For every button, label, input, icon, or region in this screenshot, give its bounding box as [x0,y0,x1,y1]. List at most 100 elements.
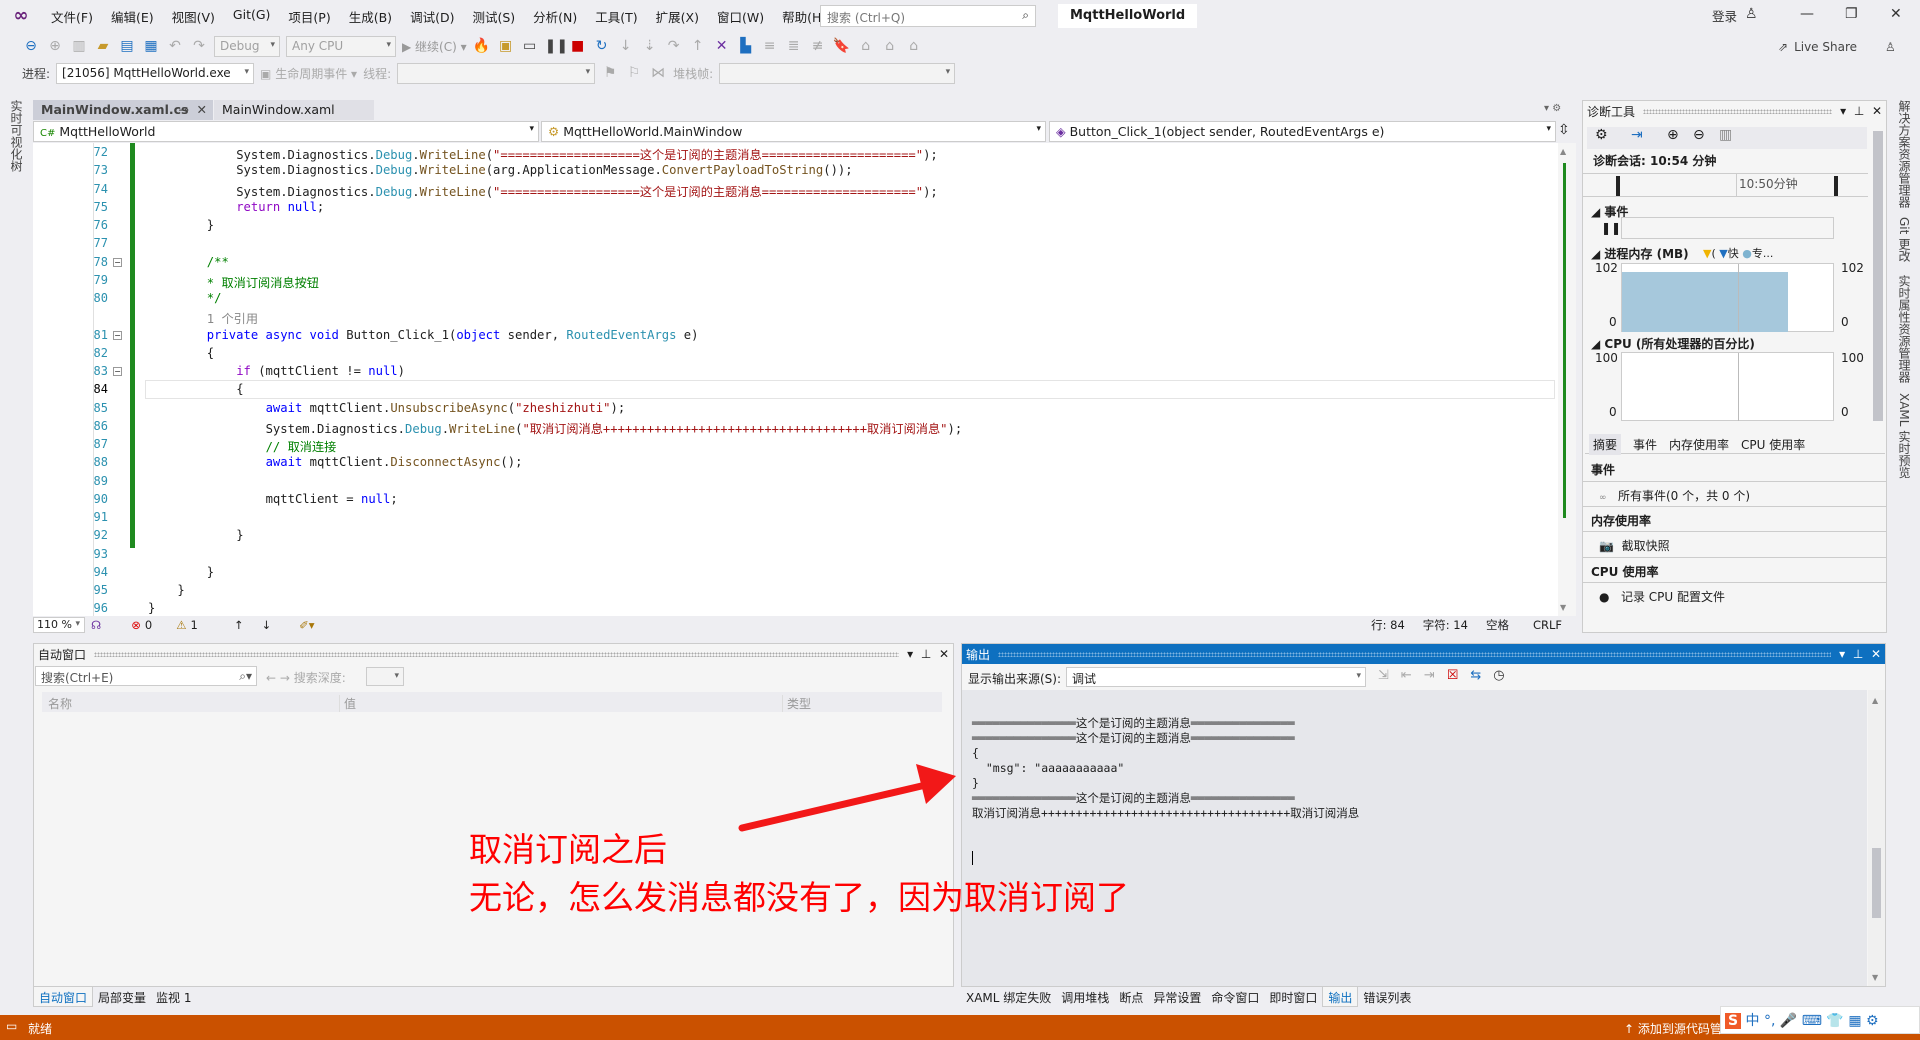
member-dropdown[interactable]: ◈ Button_Click_1(object sender, RoutedEv… [1049,121,1556,142]
close-window-button[interactable]: ✕ [1890,6,1902,22]
live-property-explorer-tab[interactable]: 实时属性资源管理器 [1896,275,1913,383]
source-control-button[interactable]: ↑ 添加到源代码管理 [1624,1020,1734,1037]
threads-icon[interactable]: ⚐ [625,65,643,81]
signin-button[interactable]: 登录 [1712,6,1737,25]
error-icon[interactable]: ⊗ [131,618,141,632]
step-out-icon[interactable]: ↑ [689,38,707,54]
close-icon[interactable]: ✕ [1872,104,1882,118]
menu-item[interactable]: 测试(S) [463,7,524,26]
collapse-icon[interactable]: − [113,367,122,376]
xaml-live-preview-tab[interactable]: XAML 实时预览 [1896,393,1913,478]
goto-line-icon[interactable]: ⇲ [1378,668,1389,683]
code-line[interactable]: return null; [236,200,324,214]
record-cpu-profile-button[interactable]: ● 记录 CPU 配置文件 [1599,588,1725,605]
autos-search-input[interactable]: 搜索(Ctrl+E) ⌕▾ [35,666,257,686]
next-message-icon[interactable]: ⇥ [1424,668,1435,683]
char-indicator[interactable]: 字符: 14 [1423,617,1468,633]
bottom-tab[interactable]: 断点 [1114,987,1148,1007]
tab-memory-usage[interactable]: 内存使用率 [1665,434,1733,455]
menu-item[interactable]: 文件(F) [42,7,102,26]
code-line[interactable]: 1 个引用 [207,309,258,327]
bottom-tab[interactable]: XAML 绑定失败 [961,987,1056,1007]
code-line[interactable]: System.Diagnostics.Debug.WriteLine("取消订阅… [266,419,963,437]
menu-item[interactable]: 生成(B) [340,7,401,26]
platform-select[interactable]: Any CPU ▾ [286,35,396,57]
new-item-icon[interactable]: ▥ [70,38,88,54]
step-back-icon[interactable]: ↷ [665,38,683,54]
bottom-tab[interactable]: 调用堆栈 [1056,987,1114,1007]
stackframe-select[interactable]: ▾ [719,62,956,84]
notification-icon[interactable]: ▭ [6,1019,17,1033]
timestamp-icon[interactable]: ◷ [1493,668,1504,683]
stop-icon[interactable]: ■ [569,38,587,54]
code-line[interactable]: System.Diagnostics.Debug.WriteLine("====… [236,182,938,200]
copilot-icon[interactable]: ☊ [91,618,101,632]
code-line[interactable]: await mqttClient.UnsubscribeAsync("zhesh… [266,401,626,415]
bottom-tab[interactable]: 输出 [1322,987,1359,1007]
undo-icon[interactable]: ↶ [166,38,184,54]
editor-scrollbar[interactable]: ▲ ▼ [1558,143,1576,616]
class-dropdown[interactable]: ⚙ MqttHelloWorld.MainWindow ▾ [541,121,1046,142]
spaces-indicator[interactable]: 空格 [1486,617,1509,633]
menu-item[interactable]: 视图(V) [163,7,224,26]
code-editor[interactable]: 72 System.Diagnostics.Debug.WriteLine("==… [33,143,1576,616]
close-icon[interactable]: ✕ [939,647,949,661]
close-icon[interactable]: ✕ [1871,647,1881,661]
forward-icon[interactable]: ⊕ [46,38,64,54]
code-line[interactable]: mqttClient = null; [266,492,398,506]
minimize-button[interactable]: — [1800,6,1814,22]
tab-list-dropdown-icon[interactable]: ▾ ⚙ [1544,103,1561,114]
take-snapshot-button[interactable]: 📷 截取快照 [1599,537,1670,554]
comment-icon[interactable]: ≣ [785,38,803,54]
bottom-tab[interactable]: 自动窗口 [33,987,94,1007]
export-icon[interactable]: ⇥ [1631,127,1643,143]
project-dropdown[interactable]: C# MqttHelloWorld ▾ [33,121,539,142]
cpu-section[interactable]: ◢ CPU (所有处理器的百分比) [1591,335,1755,352]
feedback-icon[interactable]: ♙ [1885,35,1896,59]
menu-item[interactable]: Git(G) [224,7,280,26]
open-file-icon[interactable]: ▰ [94,38,112,54]
line-indicator[interactable]: 行: 84 [1371,617,1405,633]
bottom-tab[interactable]: 监视 1 [151,987,196,1007]
step-over-icon[interactable]: ⇣ [641,38,659,54]
warning-count[interactable]: 1 [191,618,198,632]
stack-icon[interactable]: ⋈ [649,65,667,81]
zoom-select[interactable]: 110 % ▾ [33,616,85,633]
next-bookmark-icon[interactable]: ⌂ [881,38,899,54]
code-line[interactable]: { [236,382,243,396]
dropdown-icon[interactable]: ▾ [1839,647,1845,661]
zoom-in-icon[interactable]: ⊕ [1667,127,1679,143]
menu-item[interactable]: 扩展(X) [647,7,708,26]
chart-icon[interactable]: ▥ [1719,127,1732,143]
output-scrollbar[interactable]: ▲ ▼ [1868,690,1885,986]
bottom-tab[interactable]: 命令窗口 [1206,987,1264,1007]
word-wrap-icon[interactable]: ⇆ [1470,668,1481,683]
code-line[interactable]: /** [207,255,229,269]
bottom-tab[interactable]: 错误列表 [1358,987,1416,1007]
hot-reload-icon[interactable]: 🔥 [473,38,491,54]
menu-item[interactable]: 窗口(W) [708,7,773,26]
timeline-ruler[interactable]: 10:50分钟 [1583,173,1868,197]
code-line[interactable]: } [236,528,243,542]
bottom-tab[interactable]: 异常设置 [1148,987,1206,1007]
prev-message-icon[interactable]: ⇤ [1401,668,1412,683]
memory-section[interactable]: ◢ 进程内存 (MB) [1591,245,1689,262]
output-source-select[interactable]: 调试 ▾ [1066,667,1366,687]
code-line[interactable]: private async void Button_Click_1(object… [207,328,699,342]
cursor-icon[interactable]: ▙ [737,38,755,54]
search-nav[interactable]: ← → 搜索深度: [266,669,346,686]
code-line[interactable]: * 取消订阅消息按钮 [207,273,319,291]
code-line[interactable]: System.Diagnostics.Debug.WriteLine(arg.A… [236,163,852,177]
pin-icon[interactable]: ⊥ [1853,647,1863,661]
uncomment-icon[interactable]: ≢ [809,38,827,54]
tab-cpu-usage[interactable]: CPU 使用率 [1737,434,1809,455]
code-line[interactable]: System.Diagnostics.Debug.WriteLine("====… [236,145,938,163]
search-input[interactable]: 搜索 (Ctrl+Q) ⌕ [820,5,1036,27]
code-line[interactable]: } [207,218,214,232]
open-folder-icon[interactable]: ▣ [497,38,515,54]
col-value[interactable]: 值 [339,695,356,712]
layout-icon[interactable]: ▭ [521,38,539,54]
continue-button[interactable]: ▶ 继续(C) ▾ [402,38,467,55]
menu-item[interactable]: 调试(D) [401,7,463,26]
code-line[interactable]: if (mqttClient != null) [236,364,405,378]
